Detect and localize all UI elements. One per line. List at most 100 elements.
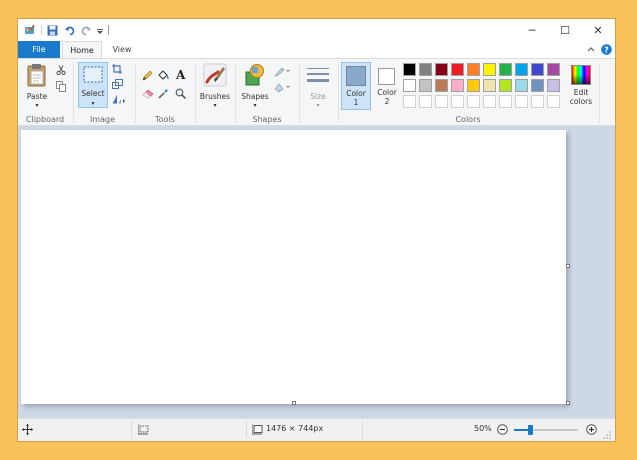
palette-swatch[interactable] bbox=[419, 63, 432, 76]
pencil-icon[interactable] bbox=[142, 70, 153, 81]
palette-swatch[interactable] bbox=[467, 63, 480, 76]
zoom-in-button[interactable] bbox=[586, 424, 597, 435]
palette-swatch[interactable] bbox=[451, 63, 464, 76]
resize-handle-corner[interactable] bbox=[566, 401, 570, 405]
custom-color-slot[interactable] bbox=[435, 95, 448, 108]
resize-icon[interactable] bbox=[112, 79, 123, 89]
tab-home[interactable]: Home bbox=[62, 41, 102, 59]
custom-color-slot[interactable] bbox=[547, 95, 560, 108]
resize-handle-right[interactable] bbox=[566, 264, 570, 268]
palette-swatch[interactable] bbox=[499, 79, 512, 92]
paint-window: ─ ☐ ✕ File Home View ? Paste ▾ Clipboard… bbox=[17, 18, 616, 442]
color1-swatch bbox=[346, 66, 366, 86]
resize-grip-icon[interactable] bbox=[603, 431, 611, 439]
select-dropdown-icon[interactable]: ▾ bbox=[79, 99, 107, 108]
customize-quick-access-icon[interactable] bbox=[96, 25, 104, 36]
save-icon[interactable] bbox=[47, 25, 58, 36]
shapes-label: Shapes bbox=[241, 92, 269, 101]
palette-swatch[interactable] bbox=[547, 63, 560, 76]
palette-swatch[interactable] bbox=[515, 63, 528, 76]
collapse-ribbon-icon[interactable] bbox=[586, 44, 596, 54]
drawing-canvas[interactable] bbox=[21, 130, 566, 404]
brushes-dropdown-icon[interactable]: ▾ bbox=[199, 101, 231, 110]
palette-swatch[interactable] bbox=[467, 79, 480, 92]
ribbon: Paste ▾ Clipboard Select ▾ Image A Tools… bbox=[18, 58, 615, 126]
group-separator bbox=[599, 63, 600, 123]
palette-swatch[interactable] bbox=[547, 79, 560, 92]
edit-colors-button[interactable]: Edit colors bbox=[566, 62, 596, 110]
custom-color-slot[interactable] bbox=[467, 95, 480, 108]
close-button[interactable]: ✕ bbox=[581, 19, 615, 41]
paint-app-icon[interactable] bbox=[24, 24, 36, 36]
eraser-icon[interactable] bbox=[142, 89, 154, 99]
text-icon[interactable]: A bbox=[176, 68, 188, 82]
palette-swatch[interactable] bbox=[403, 79, 416, 92]
maximize-button[interactable]: ☐ bbox=[548, 19, 582, 41]
palette-swatch[interactable] bbox=[515, 79, 528, 92]
color2-label-line2: 2 bbox=[384, 97, 390, 106]
minimize-button[interactable]: ─ bbox=[515, 19, 549, 41]
status-separator bbox=[362, 421, 363, 439]
brushes-label: Brushes bbox=[199, 92, 231, 101]
palette-swatch[interactable] bbox=[531, 63, 544, 76]
palette-swatch[interactable] bbox=[419, 79, 432, 92]
fill-bucket-icon[interactable] bbox=[157, 69, 170, 81]
zoom-out-button[interactable] bbox=[497, 424, 508, 435]
select-label: Select bbox=[81, 89, 105, 98]
custom-color-slot[interactable] bbox=[531, 95, 544, 108]
undo-icon[interactable] bbox=[64, 25, 75, 36]
paste-dropdown-icon[interactable]: ▾ bbox=[22, 101, 52, 110]
paste-button[interactable]: Paste ▾ bbox=[22, 62, 52, 110]
zoom-slider-thumb[interactable] bbox=[528, 425, 533, 435]
palette-swatch[interactable] bbox=[531, 79, 544, 92]
paste-icon bbox=[27, 64, 46, 87]
palette-swatch[interactable] bbox=[483, 79, 496, 92]
group-separator bbox=[135, 63, 136, 123]
shapes-button[interactable]: Shapes ▾ bbox=[239, 62, 271, 110]
palette-swatch[interactable] bbox=[451, 79, 464, 92]
custom-color-slot[interactable] bbox=[515, 95, 528, 108]
redo-icon[interactable] bbox=[81, 25, 92, 36]
custom-color-slot[interactable] bbox=[419, 95, 432, 108]
tab-file[interactable]: File bbox=[18, 41, 60, 58]
group-separator bbox=[195, 63, 196, 123]
help-icon[interactable]: ? bbox=[601, 44, 612, 55]
size-label: Size bbox=[310, 92, 326, 101]
palette-swatch[interactable] bbox=[483, 63, 496, 76]
zoom-slider[interactable] bbox=[514, 425, 578, 435]
edit-colors-label-line2: colors bbox=[569, 97, 593, 106]
magnifier-icon[interactable] bbox=[175, 88, 187, 100]
custom-color-slot[interactable] bbox=[403, 95, 416, 108]
size-dropdown-icon[interactable]: ▾ bbox=[302, 101, 334, 110]
edit-colors-icon bbox=[571, 65, 591, 85]
zoom-level: 50% bbox=[474, 424, 492, 433]
brushes-icon bbox=[203, 63, 227, 87]
canvas-area[interactable] bbox=[18, 126, 615, 418]
tab-view[interactable]: View bbox=[106, 41, 138, 58]
color1-button[interactable]: Color 1 bbox=[341, 62, 371, 110]
custom-color-slot[interactable] bbox=[451, 95, 464, 108]
custom-color-slot[interactable] bbox=[483, 95, 496, 108]
size-button[interactable]: Size ▾ bbox=[302, 62, 334, 110]
palette-swatch[interactable] bbox=[499, 63, 512, 76]
palette-swatch[interactable] bbox=[435, 79, 448, 92]
palette-swatch[interactable] bbox=[403, 63, 416, 76]
fill-icon[interactable] bbox=[274, 82, 291, 93]
outline-icon[interactable] bbox=[274, 66, 291, 77]
cursor-position-icon bbox=[22, 424, 33, 435]
rotate-icon[interactable] bbox=[112, 94, 126, 104]
palette-swatch[interactable] bbox=[435, 63, 448, 76]
crop-icon[interactable] bbox=[112, 64, 122, 74]
shapes-icon bbox=[245, 64, 264, 86]
color2-swatch bbox=[378, 68, 395, 85]
color-picker-icon[interactable] bbox=[158, 88, 169, 99]
custom-color-slot[interactable] bbox=[499, 95, 512, 108]
resize-handle-bottom[interactable] bbox=[292, 401, 296, 405]
copy-icon[interactable] bbox=[56, 81, 66, 92]
cut-icon[interactable] bbox=[56, 65, 66, 76]
zoom-in-icon bbox=[586, 424, 597, 435]
select-button[interactable]: Select ▾ bbox=[78, 62, 108, 108]
color2-button[interactable]: Color 2 bbox=[372, 62, 402, 110]
brushes-button[interactable]: Brushes ▾ bbox=[199, 62, 231, 110]
shapes-dropdown-icon[interactable]: ▾ bbox=[239, 101, 271, 110]
